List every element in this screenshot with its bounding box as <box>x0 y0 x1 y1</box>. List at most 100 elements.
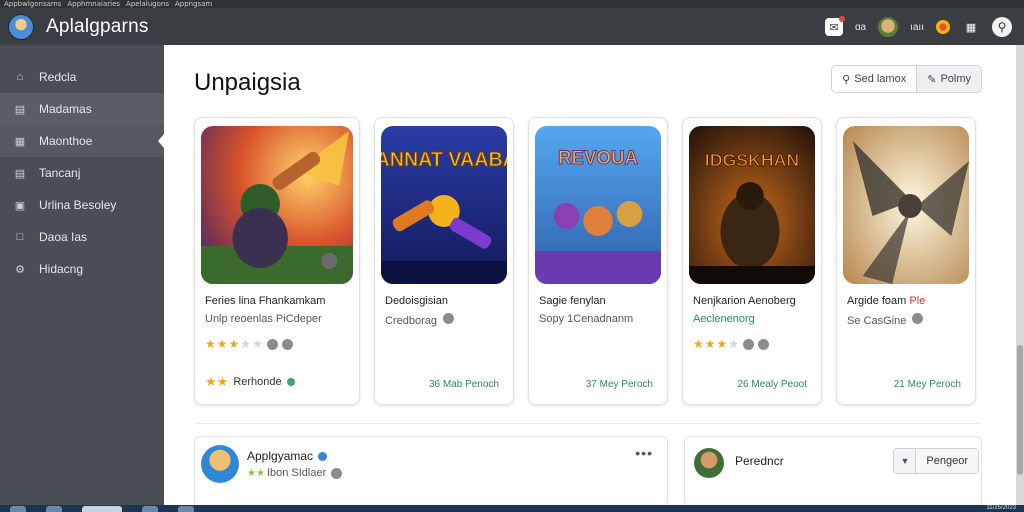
home-icon: ⌂ <box>16 71 24 83</box>
filter-icon: ⚲ <box>842 73 851 86</box>
scrollbar-thumb[interactable] <box>1017 345 1023 475</box>
filter-button-label: Sed lamox <box>854 73 907 85</box>
game-card[interactable]: IDGSKHAN Nenjkarion Aenoberg Aeclenenorg… <box>682 117 822 405</box>
star-icon: ★ <box>693 337 704 351</box>
sidebar-item-3[interactable]: ▦ Maonthoe <box>0 125 164 157</box>
sidebar-item-7[interactable]: ⚙ Hidacng <box>0 253 164 285</box>
sidebar-item-label: Redcla <box>39 70 77 84</box>
search-icon[interactable]: ⚲ <box>992 17 1012 37</box>
game-price: 21 Mey Peroch <box>893 379 961 390</box>
user-avatar[interactable] <box>878 17 899 37</box>
filter-button[interactable]: ⚲ Sed lamox <box>832 66 917 92</box>
info-icon <box>266 338 278 350</box>
top-actions: ⚲ Sed lamox ✎ Polmy <box>831 65 982 93</box>
edit-icon: ✎ <box>927 73 937 86</box>
star-icon: ★★ <box>247 467 265 479</box>
bell-icon[interactable]: ✉ <box>824 16 845 36</box>
game-thumbnail[interactable]: IDGSKHAN <box>689 126 815 284</box>
developer-card[interactable]: Applgyamac ★★ Ibon SIdlaer ••• <box>194 436 668 512</box>
page-title: Unpaigsia <box>194 69 301 96</box>
footer-label: Rerhonde <box>233 376 282 388</box>
sidebar-item-6[interactable]: □ Daoa Ias <box>0 221 164 253</box>
more-options-icon[interactable]: ••• <box>635 445 653 461</box>
sidebar-item-label: Madamas <box>39 102 92 116</box>
browser-tab[interactable]: Appngsam <box>175 0 212 8</box>
follow-button-group: ▼ Pengeor <box>893 448 979 474</box>
edit-button-label: Polmy <box>940 73 971 85</box>
follow-button[interactable]: Pengeor <box>916 449 978 473</box>
app-title: Aplalgparns <box>46 15 149 37</box>
sidebar: ⌂ Redcla ▤ Madamas ▦ Maonthoe ▤ Tancanj … <box>0 45 164 505</box>
game-title: Feries lina Fhankamkam <box>205 295 326 307</box>
sidebar-item-label: Maonthoe <box>39 134 93 148</box>
card-footer: ★★ Rerhonde <box>205 374 295 390</box>
document-icon: □ <box>16 231 24 243</box>
browser-tab[interactable]: Appbwlgonsams <box>4 0 61 8</box>
taskbar-item[interactable] <box>10 505 26 512</box>
info-icon <box>281 338 293 350</box>
game-developer: Unlp reoenlas PiCdeper <box>205 313 322 325</box>
taskbar-item[interactable] <box>178 505 194 512</box>
game-thumbnail[interactable]: REVOUA <box>535 126 661 284</box>
taskbar-clock: 11/25/2023 <box>986 505 1016 511</box>
user-label: ıaıı <box>910 21 924 33</box>
game-developer: Credborag <box>385 313 455 327</box>
settings-icon: ⚙ <box>15 263 25 276</box>
notification-label: ɑa <box>854 21 867 33</box>
sidebar-item-label: Tancanj <box>39 166 81 180</box>
profile-avatar <box>694 448 724 478</box>
star-icon: ★★ <box>205 374 229 389</box>
sidebar-item-2[interactable]: ▤ Madamas <box>0 93 164 125</box>
game-card[interactable]: Argide foam Ple Se CasGine 21 Mey Peroch <box>836 117 976 405</box>
game-card[interactable]: Feries lina Fhankamkam Unlp reoenlas PiC… <box>194 117 360 405</box>
game-developer: Se CasGine <box>847 313 924 327</box>
art-title: SIANNAT VAABAK <box>381 149 507 171</box>
taskbar-item[interactable] <box>142 505 158 512</box>
game-price: 36 Mab Penoch <box>428 379 499 390</box>
info-icon <box>743 338 755 350</box>
star-icon: ★ <box>216 337 228 351</box>
game-card[interactable]: REVOUA Sagie fenylan Sopy 1Cenadnanm 37 … <box>528 117 668 405</box>
profile-card[interactable]: Peredncr ▼ Pengeor <box>684 436 982 512</box>
browser-tab[interactable]: Apphmnaiaries <box>67 0 120 8</box>
sidebar-item-5[interactable]: ▣ Urlina Besoley <box>0 189 164 221</box>
calendar-icon: ▣ <box>14 199 26 212</box>
taskbar: 11/25/2023 <box>0 505 1024 512</box>
info-icon <box>443 313 455 324</box>
game-title: Dedoisgisian <box>385 295 448 307</box>
info-icon <box>912 313 924 324</box>
game-card[interactable]: SIANNAT VAABAK Dedoisgisian Credborag 36… <box>374 117 514 405</box>
verified-icon <box>318 451 328 461</box>
scrollbar[interactable] <box>1016 45 1024 505</box>
sidebar-item-1[interactable]: ⌂ Redcla <box>0 61 164 93</box>
star-icon: ★ <box>704 337 716 351</box>
chevron-down-icon[interactable]: ▼ <box>894 449 917 473</box>
game-thumbnail[interactable] <box>201 126 353 284</box>
game-thumbnail[interactable] <box>843 126 969 284</box>
star-icon: ★ <box>728 337 740 351</box>
edit-button[interactable]: ✎ Polmy <box>916 66 981 92</box>
browser-tab[interactable]: Apelalugons <box>126 0 169 8</box>
game-thumbnail[interactable]: SIANNAT VAABAK <box>381 126 507 284</box>
art-title: IDGSKHAN <box>705 150 799 170</box>
header-actions: ✉ ɑa ıaıı ▦ ⚲ <box>824 12 1012 42</box>
taskbar-item[interactable] <box>82 505 122 512</box>
grid-icon[interactable]: ▦ <box>962 18 980 36</box>
star-icon: ★ <box>228 337 240 351</box>
grid-icon: ▦ <box>14 135 26 148</box>
star-icon: ★ <box>716 337 728 351</box>
taskbar-item[interactable] <box>46 505 62 512</box>
info-icon <box>331 467 343 479</box>
sidebar-item-label: Hidacng <box>39 262 84 276</box>
status-dot-icon[interactable] <box>936 20 950 34</box>
developer-rating: ★★ Ibon SIdlaer <box>247 467 343 479</box>
sidebar-item-4[interactable]: ▤ Tancanj <box>0 157 164 189</box>
game-price: 37 Mey Peroch <box>585 379 653 390</box>
game-price: 26 Mealy Peoot <box>737 379 808 390</box>
game-developer: Sopy 1Cenadnanm <box>539 313 634 325</box>
star-icon: ★ <box>252 337 263 351</box>
sidebar-item-label: Daoa Ias <box>39 230 88 244</box>
star-icon: ★ <box>205 337 216 351</box>
art-title: REVOUA <box>558 147 638 168</box>
list-icon: ▤ <box>14 167 26 180</box>
